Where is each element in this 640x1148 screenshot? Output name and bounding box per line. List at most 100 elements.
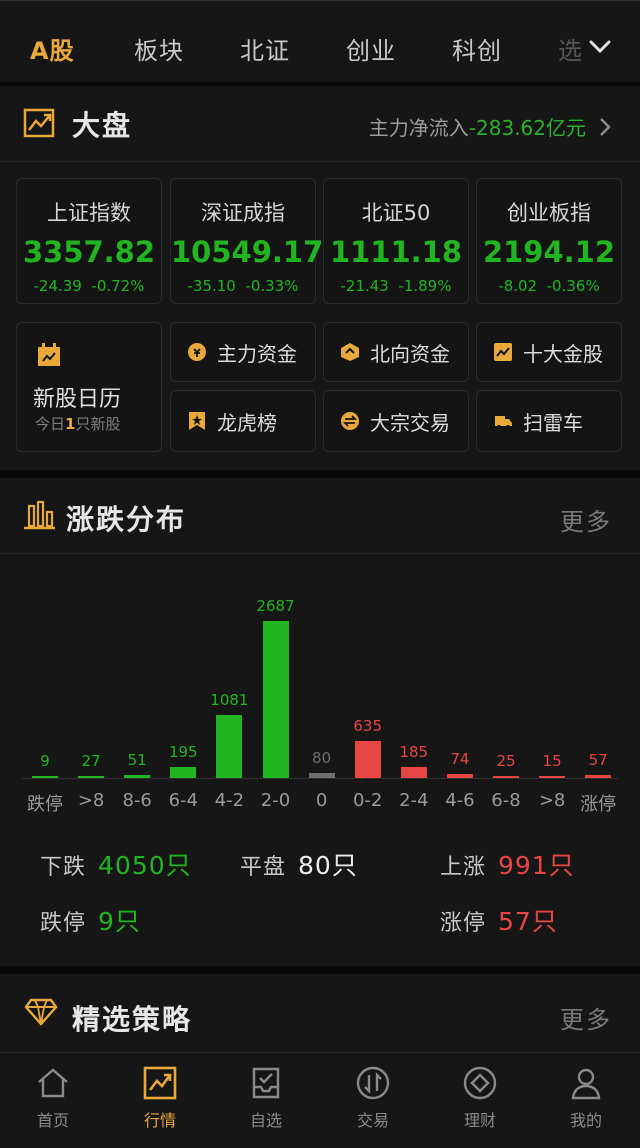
bar-value-label: 2687	[256, 597, 295, 615]
change-pct: -0.36%	[546, 277, 600, 295]
index-change: -21.43 -1.89%	[324, 277, 468, 295]
quick-label: 龙虎榜	[217, 410, 277, 435]
index-price: 3357.82	[22, 235, 156, 269]
nav-trade[interactable]: 交易	[333, 1053, 413, 1148]
index-price: 10549.17	[171, 235, 324, 269]
market-chart-icon	[143, 1066, 177, 1100]
bar-category-label: 0	[315, 790, 328, 811]
index-change: -35.10 -0.33%	[171, 277, 315, 295]
northbound-funds-button[interactable]: 北向资金	[323, 322, 469, 382]
nav-market[interactable]: 行情	[120, 1053, 200, 1148]
mine-sweeper-button[interactable]: 扫雷车	[476, 390, 622, 452]
change-abs: -8.02	[498, 277, 538, 295]
stat-label: 平盘	[240, 855, 287, 880]
bar-category-label: 跌停	[27, 794, 63, 815]
stat-value: 4050只	[98, 851, 192, 880]
inbox-icon	[252, 1067, 280, 1099]
flow-value: -283.62亿元	[468, 116, 586, 140]
tab-selected[interactable]: 选	[558, 31, 583, 66]
index-change: -8.02 -0.36%	[477, 277, 621, 295]
index-change: -24.39 -0.72%	[17, 277, 161, 295]
index-card-shenzhen[interactable]: 深证成指 10549.17 -35.10 -0.33%	[170, 178, 324, 304]
index-card-bse50[interactable]: 北证50 1111.18 -21.43 -1.89%	[323, 178, 469, 304]
chart-up-icon	[494, 343, 512, 361]
change-abs: -24.39	[33, 277, 82, 295]
wealth-icon	[463, 1066, 497, 1100]
trade-icon	[356, 1066, 390, 1100]
nav-me[interactable]: 我的	[546, 1053, 626, 1148]
bottom-navigation: 首页 行情 自选 交易 理财 我的	[0, 1052, 640, 1148]
tab-beijing[interactable]: 北证	[240, 31, 290, 66]
top-ten-stocks-button[interactable]: 十大金股	[476, 322, 622, 382]
change-abs: -21.43	[340, 277, 389, 295]
stat-value: 80只	[298, 851, 358, 880]
index-price: 2194.12	[482, 235, 616, 269]
bar-category-label: 0-2	[352, 790, 383, 811]
market-title: 大盘	[72, 109, 133, 142]
tab-star[interactable]: 科创	[452, 31, 502, 66]
main-net-inflow[interactable]: 主力净流入 -283.62亿元	[369, 112, 612, 141]
stat-limit-down: 跌停 9只	[40, 902, 141, 938]
tab-a-shares[interactable]: A股	[30, 31, 75, 66]
bar-value-label: 1081	[210, 690, 249, 709]
nav-label: 理财	[463, 1111, 496, 1130]
home-icon	[38, 1068, 68, 1098]
dragon-tiger-button[interactable]: 龙虎榜	[170, 390, 316, 452]
stat-value: 991只	[498, 851, 575, 880]
chart-bar	[216, 714, 243, 778]
ipo-calendar-sub: 今日1只新股	[35, 413, 120, 434]
distribution-panel: 涨跌分布 更多	[0, 478, 640, 966]
bar-category-label: 2-4	[399, 790, 429, 811]
index-name: 创业板指	[507, 201, 591, 225]
flag-icon	[189, 412, 205, 430]
bar-category-label: 4-2	[214, 790, 245, 811]
bar-value-label: 74	[450, 749, 470, 768]
sub-suffix: 只新股	[75, 415, 121, 433]
divider	[0, 470, 640, 478]
stat-up: 上涨 991只	[440, 846, 575, 882]
ipo-calendar-title: 新股日历	[33, 387, 122, 412]
ipo-calendar[interactable]: 新股日历 今日1只新股	[16, 322, 162, 452]
market-tabs: A股 板块 北证 创业 科创 选	[0, 0, 640, 82]
main-funds-button[interactable]: 主力资金	[170, 322, 316, 382]
flow-label: 主力净流入	[368, 116, 469, 140]
chevron-right-icon	[600, 117, 611, 136]
nav-home[interactable]: 首页	[13, 1053, 93, 1148]
bar-chart-icon	[24, 500, 55, 530]
change-abs: -35.10	[187, 277, 236, 295]
index-name: 北证50	[361, 201, 431, 225]
sub-count: 1	[65, 415, 76, 433]
bar-category-label: 4-6	[445, 790, 475, 811]
tab-chinext[interactable]: 创业	[346, 31, 396, 66]
bar-value-label: 195	[168, 742, 198, 761]
index-card-chinext[interactable]: 创业板指 2194.12 -8.02 -0.36%	[476, 178, 622, 304]
chevron-down-icon[interactable]	[586, 33, 614, 61]
strategy-title: 精选策略	[72, 1003, 193, 1036]
quick-label: 十大金股	[523, 341, 603, 366]
bar-value-label: 185	[399, 743, 429, 762]
distribution-more-link[interactable]: 更多	[560, 502, 612, 537]
nav-label: 交易	[356, 1111, 389, 1130]
bar-category-label: 涨停	[580, 794, 617, 815]
truck-icon	[495, 416, 512, 429]
chart-bar	[354, 740, 381, 778]
nav-label: 我的	[569, 1111, 602, 1130]
coin-icon	[188, 343, 206, 361]
quick-label: 扫雷车	[523, 410, 583, 435]
stat-label: 跌停	[40, 911, 87, 936]
stat-value: 9只	[98, 907, 141, 936]
nav-wealth[interactable]: 理财	[440, 1053, 520, 1148]
block-trade-button[interactable]: 大宗交易	[323, 390, 469, 452]
index-card-shanghai[interactable]: 上证指数 3357.82 -24.39 -0.72%	[16, 178, 162, 304]
bar-value-label: 27	[81, 752, 101, 770]
tab-sectors[interactable]: 板块	[134, 31, 184, 66]
bar-category-label: >8	[77, 790, 105, 811]
strategy-more-link[interactable]: 更多	[560, 1000, 612, 1035]
nav-watchlist[interactable]: 自选	[226, 1053, 306, 1148]
quick-label: 主力资金	[217, 341, 297, 366]
bar-category-label: 6-4	[168, 790, 198, 811]
bar-category-label: 2-0	[260, 790, 291, 811]
index-name: 深证成指	[201, 201, 285, 225]
quick-label: 大宗交易	[370, 410, 450, 435]
index-price: 1111.18	[329, 235, 463, 269]
